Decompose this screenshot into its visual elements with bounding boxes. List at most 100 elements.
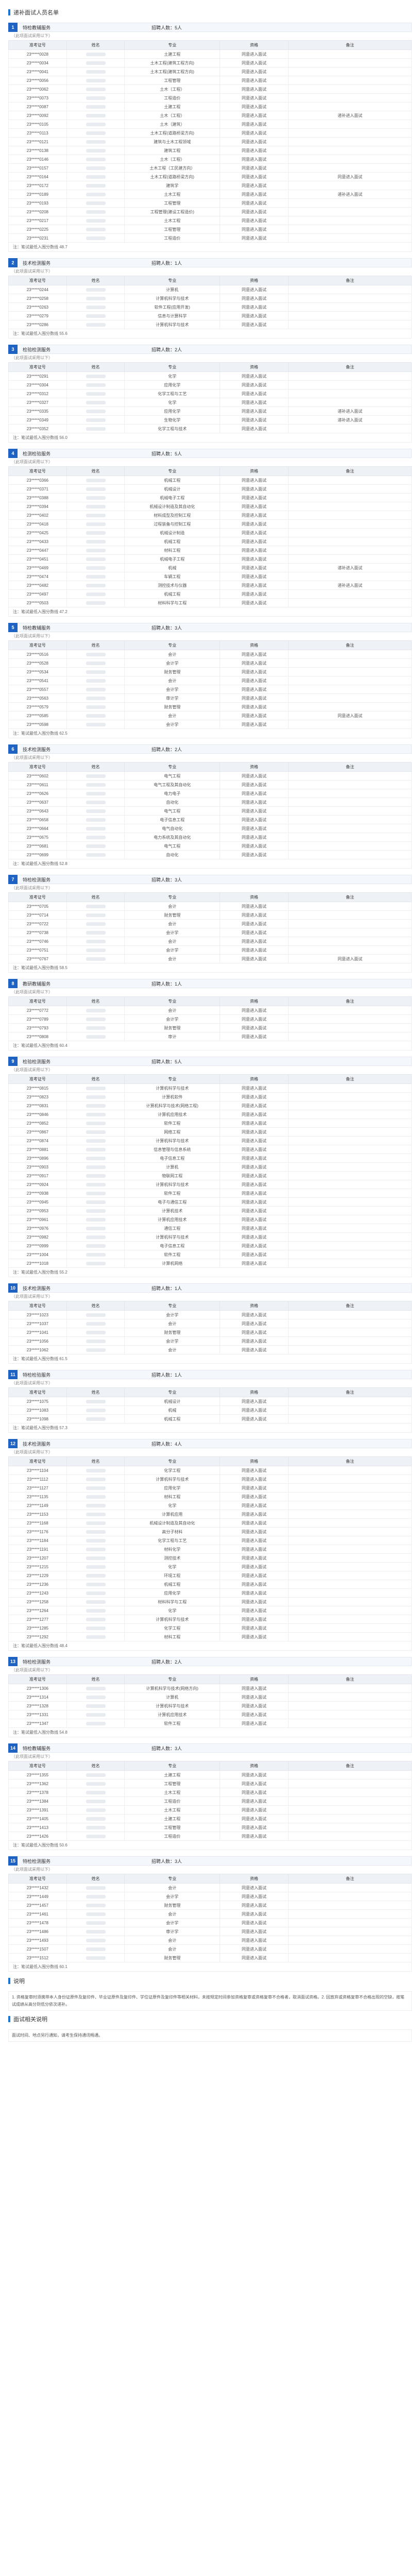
position-index-badge: 15 <box>8 1856 18 1866</box>
name-cell-masked <box>66 711 125 720</box>
table-row: 23*****0258 计算机科学与技术 同意进入面试 <box>8 294 412 303</box>
name-cell-masked <box>66 528 125 537</box>
remark-cell <box>288 49 412 59</box>
exam-number-cell: 23*****0286 <box>8 320 67 329</box>
exam-number-cell: 23*****0231 <box>8 233 67 243</box>
status-cell: 同意进入面试 <box>219 1927 289 1936</box>
exam-number-cell: 23*****1149 <box>8 1501 67 1510</box>
table-row: 23*****1347 软件工程 同意进入面试 <box>8 1719 412 1728</box>
table-header-cell: 专业 <box>124 996 220 1006</box>
name-cell-masked <box>66 1632 125 1641</box>
major-cell: 机械电子工程 <box>124 554 220 564</box>
position-block: 13 特检检测服务 招聘人数：2人 （此项面试采用以下） 准考证号 姓名 专业 资格 备注 23*… <box>8 1656 412 1737</box>
name-mask <box>86 844 106 848</box>
major-cell: 机械工程 <box>124 476 220 485</box>
exam-number-cell: 23*****0664 <box>8 824 67 833</box>
table-row: 23*****0138 建筑工程 同意进入面试 <box>8 146 412 155</box>
exam-number-cell: 23*****1391 <box>8 1805 67 1815</box>
exam-number-cell: 23*****0924 <box>8 1180 67 1189</box>
exam-number-cell: 23*****0447 <box>8 546 67 555</box>
major-cell: 机械设计 <box>124 484 220 494</box>
name-cell-masked <box>66 1588 125 1598</box>
name-mask <box>86 383 106 387</box>
position-footer: 注：笔试最低入围分数线 62.5 <box>8 729 412 738</box>
status-cell: 同意进入面试 <box>219 102 289 111</box>
name-cell-masked <box>66 902 125 911</box>
major-cell: 机械电子工程 <box>124 493 220 502</box>
remark-cell <box>288 650 412 659</box>
position-footer: 注：笔试最低入围分数线 48.4 <box>8 1641 412 1651</box>
status-cell: 同意进入面试 <box>219 1319 289 1328</box>
exam-number-cell: 23*****0056 <box>8 76 67 85</box>
name-cell-masked <box>66 493 125 502</box>
remark-cell <box>288 1162 412 1172</box>
remark-cell <box>288 910 412 920</box>
major-cell: 土木工程(建筑工程方向) <box>124 67 220 76</box>
name-mask <box>86 1834 106 1838</box>
remark-cell <box>288 546 412 555</box>
status-cell: 同意进入面试 <box>219 954 289 963</box>
remark-cell <box>288 233 412 243</box>
status-cell: 同意进入面试 <box>219 137 289 146</box>
remark-cell <box>288 1483 412 1493</box>
name-cell-masked <box>66 415 125 425</box>
table-row: 23*****1413 工程管理 同意进入面试 <box>8 1823 412 1832</box>
table-header-cell: 准考证号 <box>8 1456 67 1466</box>
table-row: 23*****0388 机械电子工程 同意进入面试 <box>8 493 412 502</box>
table-header-row: 准考证号 姓名 专业 资格 备注 <box>8 1674 412 1684</box>
status-cell: 同意进入面试 <box>219 294 289 303</box>
table-header-cell: 姓名 <box>66 762 125 772</box>
name-mask <box>86 1495 106 1499</box>
exam-number-cell: 23*****0658 <box>8 815 67 824</box>
position-header: 10 技术检测服务 招聘人数：1人 <box>8 1283 412 1293</box>
remark-cell <box>288 1154 412 1163</box>
table-header-cell: 姓名 <box>66 1874 125 1884</box>
exam-number-cell: 23*****0388 <box>8 493 67 502</box>
status-cell: 同意进入面试 <box>219 493 289 502</box>
exam-number-cell: 23*****0073 <box>8 93 67 103</box>
table-header-cell: 备注 <box>288 362 412 372</box>
major-cell: 会计 <box>124 937 220 946</box>
table-row: 23*****0433 机械工程 同意进入面试 <box>8 537 412 546</box>
major-cell: 软件工程 <box>124 1118 220 1128</box>
plan-prefix: 招聘人数： <box>152 260 175 266</box>
status-cell: 同意进入面试 <box>219 1345 289 1354</box>
footer-score: 57.3 <box>59 1426 68 1430</box>
exam-number-cell: 23*****0938 <box>8 1189 67 1198</box>
table-header-cell: 资格 <box>219 1387 289 1397</box>
name-mask <box>86 1608 106 1613</box>
name-mask <box>86 122 106 126</box>
remark-cell <box>288 1475 412 1484</box>
name-mask <box>86 652 106 656</box>
name-cell-masked <box>66 1241 125 1250</box>
name-cell-masked <box>66 311 125 320</box>
remark-cell <box>288 789 412 798</box>
position-block: 2 技术检测服务 招聘人数：1人 （此项面试采用以下） 准考证号 姓名 专业 资格 备注 23**… <box>8 258 412 338</box>
table-row: 23*****0714 财务管理 同意进入面试 <box>8 910 412 920</box>
exam-number-cell: 23*****1056 <box>8 1336 67 1346</box>
major-cell: 审计学 <box>124 1927 220 1936</box>
name-mask <box>86 687 106 691</box>
exam-number-cell: 23*****0903 <box>8 1162 67 1172</box>
name-mask <box>86 1174 106 1178</box>
name-cell-masked <box>66 1466 125 1475</box>
remark-cell <box>288 1770 412 1780</box>
table-row: 23*****1075 机械设计 同意进入面试 <box>8 1397 412 1406</box>
exam-number-cell: 23*****0722 <box>8 919 67 928</box>
position-index-badge: 8 <box>8 978 18 988</box>
table-row: 23*****0867 网络工程 同意进入面试 <box>8 1127 412 1137</box>
major-cell: 建筑学 <box>124 181 220 190</box>
status-cell: 同意进入面试 <box>219 1944 289 1954</box>
exam-number-cell: 23*****0335 <box>8 406 67 416</box>
status-cell: 同意进入面试 <box>219 1215 289 1224</box>
table-row: 23*****1457 财务管理 同意进入面试 <box>8 1901 412 1910</box>
status-cell: 同意进入面试 <box>219 476 289 485</box>
table-row: 23*****0831 计算机科学与技术(网络工程) 同意进入面试 <box>8 1101 412 1110</box>
plan-count: 2人 <box>175 747 182 752</box>
table-row: 23*****0767 会计 同意进入面试 同意进入面试 <box>8 954 412 963</box>
position-name: 特检检测服务 <box>23 1858 51 1864</box>
name-mask <box>86 1417 106 1421</box>
table-header-cell: 资格 <box>219 1456 289 1466</box>
table-header-cell: 专业 <box>124 892 220 902</box>
exam-number-cell: 23*****0349 <box>8 415 67 425</box>
